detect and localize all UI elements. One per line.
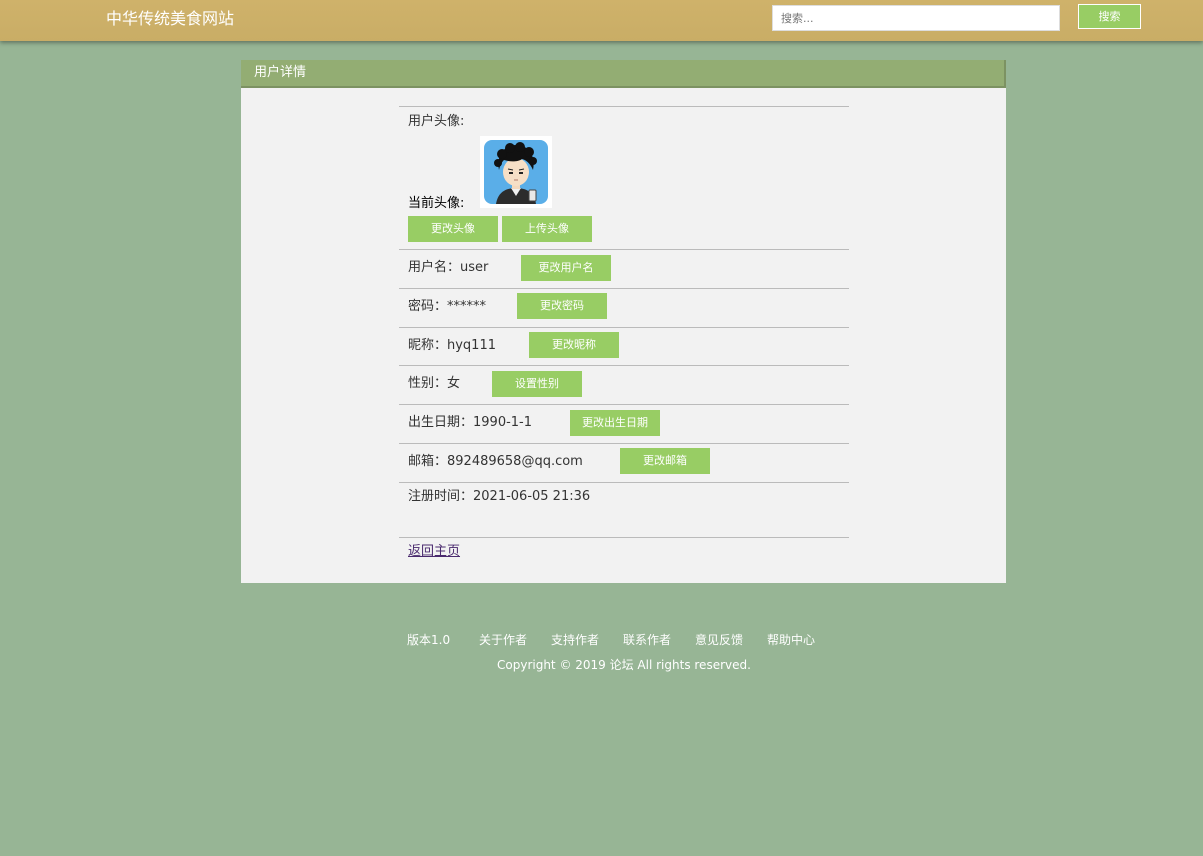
upload-avatar-button[interactable]: 上传头像 — [502, 216, 592, 242]
divider — [399, 482, 849, 483]
change-birthday-button[interactable]: 更改出生日期 — [570, 410, 660, 436]
change-username-button[interactable]: 更改用户名 — [521, 255, 611, 281]
copyright-text: Copyright © 2019 论坛 All rights reserved. — [497, 658, 751, 672]
avatar-label: 用户头像: — [408, 114, 465, 129]
birthday-label: 出生日期：1990-1-1 — [408, 415, 533, 430]
footer-link-about-author[interactable]: 关于作者 — [479, 632, 527, 648]
email-label: 邮箱：892489658@qq.com — [408, 454, 583, 469]
back-to-home-link[interactable]: 返回主页 — [408, 544, 460, 560]
register-time-label: 注册时间：2021-06-05 21:36 — [408, 489, 591, 504]
footer-link-feedback[interactable]: 意见反馈 — [695, 632, 743, 648]
divider — [399, 327, 849, 328]
avatar-image — [484, 140, 548, 204]
top-navigation-bar: 中华传统美食网站 搜索 — [0, 0, 1203, 41]
divider — [399, 443, 849, 444]
change-nickname-button[interactable]: 更改昵称 — [529, 332, 619, 358]
search-button[interactable]: 搜索 — [1078, 4, 1141, 29]
search-input[interactable] — [772, 5, 1060, 31]
set-gender-button[interactable]: 设置性别 — [492, 371, 582, 397]
username-label: 用户名：user — [408, 260, 489, 275]
change-avatar-button[interactable]: 更改头像 — [408, 216, 498, 242]
divider — [399, 288, 849, 289]
footer-links: 版本1.0 关于作者 支持作者 联系作者 意见反馈 帮助中心 — [0, 632, 1203, 650]
gender-label: 性别：女 — [408, 376, 461, 391]
current-avatar-label: 当前头像: — [408, 196, 465, 211]
change-email-button[interactable]: 更改邮箱 — [620, 448, 710, 474]
divider — [399, 106, 849, 107]
password-label: 密码：****** — [408, 299, 487, 314]
divider — [399, 249, 849, 250]
footer-link-contact-author[interactable]: 联系作者 — [623, 632, 671, 648]
footer-link-version[interactable]: 版本1.0 — [407, 632, 450, 648]
divider — [399, 537, 849, 538]
nickname-label: 昵称：hyq111 — [408, 338, 496, 353]
divider — [399, 404, 849, 405]
divider — [399, 365, 849, 366]
panel-title: 用户详情 — [254, 65, 307, 80]
avatar — [480, 136, 552, 208]
site-title[interactable]: 中华传统美食网站 — [106, 9, 234, 29]
footer-link-support-author[interactable]: 支持作者 — [551, 632, 599, 648]
panel-header: 用户详情 — [241, 60, 1006, 88]
footer-link-help-center[interactable]: 帮助中心 — [767, 632, 815, 648]
change-password-button[interactable]: 更改密码 — [517, 293, 607, 319]
user-detail-panel: 用户详情 用户头像: 当前头像: 更改头像 上传头像 用户名：user 更改用户… — [241, 60, 1006, 583]
